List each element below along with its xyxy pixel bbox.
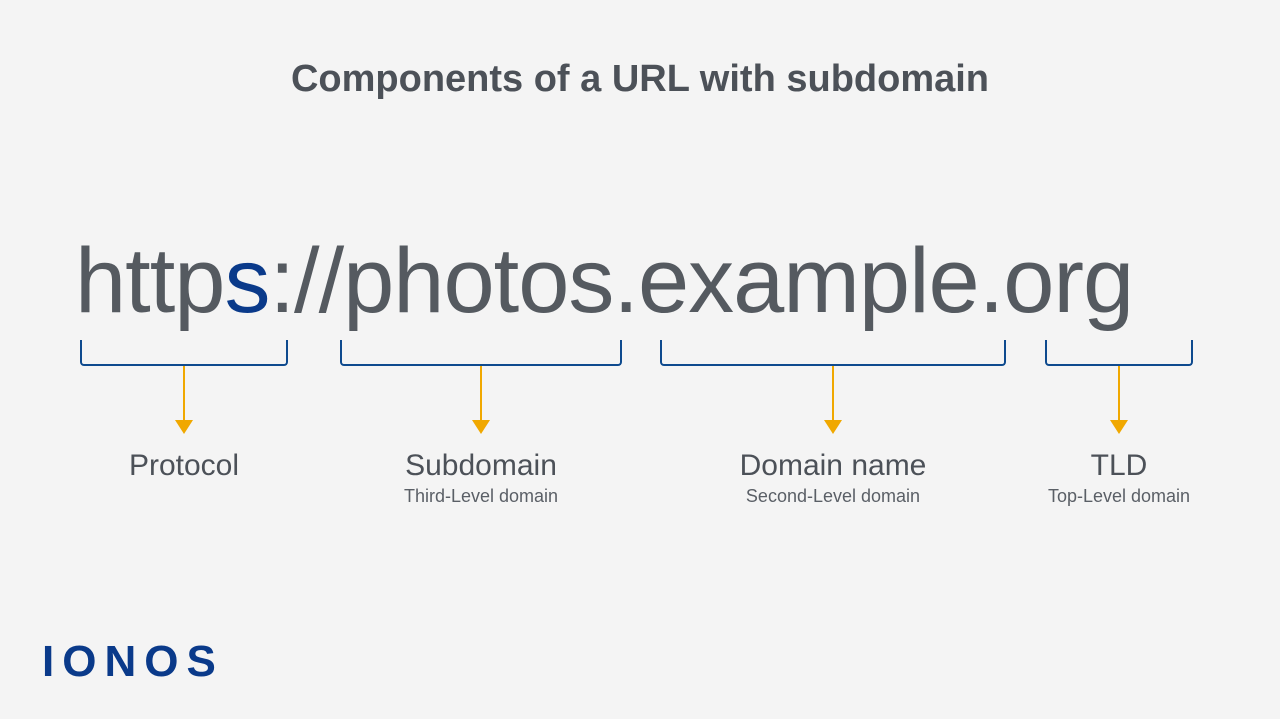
url-protocol-s: s bbox=[224, 230, 269, 332]
arrow-tld bbox=[1118, 366, 1120, 432]
label-subdomain-sub: Third-Level domain bbox=[404, 486, 558, 507]
arrow-protocol bbox=[183, 366, 185, 432]
bracket-subdomain bbox=[340, 340, 622, 366]
label-domain-sub: Second-Level domain bbox=[740, 486, 927, 507]
url-dot-1: . bbox=[613, 230, 638, 332]
ionos-logo: IONOS bbox=[42, 637, 224, 687]
label-tld-main: TLD bbox=[1048, 448, 1190, 484]
url-dot-2: . bbox=[979, 230, 1004, 332]
label-domain: Domain name Second-Level domain bbox=[740, 448, 927, 507]
label-subdomain-main: Subdomain bbox=[404, 448, 558, 484]
label-tld: TLD Top-Level domain bbox=[1048, 448, 1190, 507]
label-subdomain: Subdomain Third-Level domain bbox=[404, 448, 558, 507]
url-text: https://photos.example.org bbox=[75, 235, 1133, 327]
url-subdomain: photos bbox=[343, 230, 613, 332]
url-protocol-sep: :// bbox=[269, 230, 343, 332]
arrow-subdomain bbox=[480, 366, 482, 432]
bracket-tld bbox=[1045, 340, 1193, 366]
diagram-title: Components of a URL with subdomain bbox=[0, 58, 1280, 101]
label-domain-main: Domain name bbox=[740, 448, 927, 484]
label-tld-sub: Top-Level domain bbox=[1048, 486, 1190, 507]
url-protocol-http: http bbox=[75, 230, 224, 332]
bracket-domain bbox=[660, 340, 1006, 366]
label-protocol-main: Protocol bbox=[129, 448, 239, 484]
url-domain: example bbox=[638, 230, 979, 332]
arrow-domain bbox=[832, 366, 834, 432]
label-protocol: Protocol bbox=[129, 448, 239, 486]
url-tld: org bbox=[1003, 230, 1133, 332]
bracket-protocol bbox=[80, 340, 288, 366]
